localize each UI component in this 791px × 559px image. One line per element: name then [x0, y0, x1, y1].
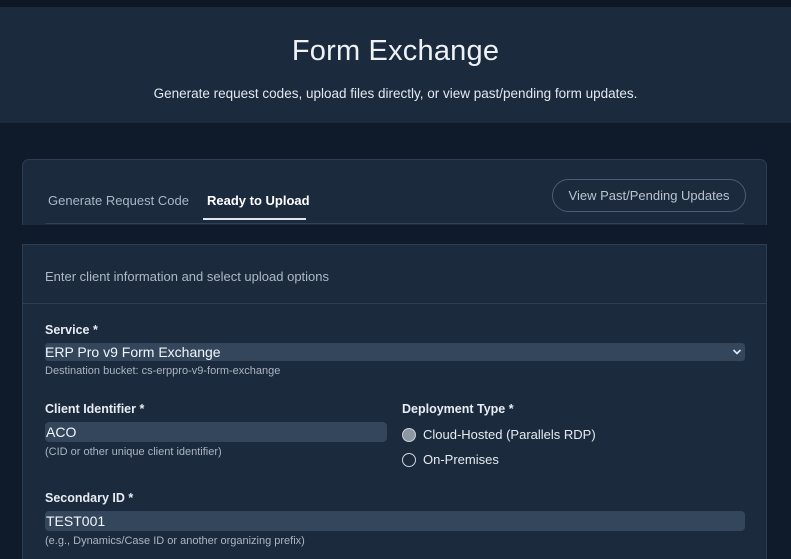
tab-generate-request-code[interactable]: Generate Request Code [48, 193, 189, 208]
page-header: Form Exchange Generate request codes, up… [0, 7, 791, 123]
deployment-option-cloud-hosted[interactable]: Cloud-Hosted (Parallels RDP) [402, 427, 596, 442]
client-identifier-input[interactable] [45, 422, 387, 442]
deployment-type-label: Deployment Type * [402, 402, 514, 416]
service-selected-value: ERP Pro v9 Form Exchange [45, 344, 221, 360]
radio-checked-icon[interactable] [402, 427, 416, 442]
client-identifier-label: Client Identifier * [45, 402, 145, 416]
page-title: Form Exchange [291, 35, 500, 67]
tab-bar: Generate Request Code Ready to Upload Vi… [22, 159, 767, 225]
chevron-down-icon [732, 343, 742, 367]
service-select[interactable]: ERP Pro v9 Form Exchange [45, 343, 745, 361]
service-hint: Destination bucket: cs-erppro-v9-form-ex… [45, 365, 281, 377]
top-strip [0, 0, 791, 7]
secondary-id-input[interactable] [45, 511, 745, 531]
view-past-pending-updates-button[interactable]: View Past/Pending Updates [552, 179, 746, 212]
panel-divider [23, 303, 766, 304]
tab-divider [45, 223, 744, 224]
active-tab-indicator [203, 218, 306, 220]
radio-unchecked-icon[interactable] [402, 452, 416, 467]
secondary-id-hint: (e.g., Dynamics/Case ID or another organ… [45, 535, 305, 547]
deployment-option-label: On-Premises [423, 452, 499, 467]
secondary-id-label: Secondary ID * [45, 491, 134, 505]
client-identifier-hint: (CID or other unique client identifier) [45, 446, 222, 458]
form-instructions: Enter client information and select uplo… [45, 269, 330, 284]
deployment-option-on-premises[interactable]: On-Premises [402, 452, 499, 467]
page-subtitle: Generate request codes, upload files dir… [153, 86, 638, 101]
tab-ready-to-upload[interactable]: Ready to Upload [207, 193, 310, 208]
service-label: Service * [45, 323, 98, 337]
upload-form-panel: Enter client information and select uplo… [22, 244, 767, 559]
deployment-option-label: Cloud-Hosted (Parallels RDP) [423, 427, 596, 442]
